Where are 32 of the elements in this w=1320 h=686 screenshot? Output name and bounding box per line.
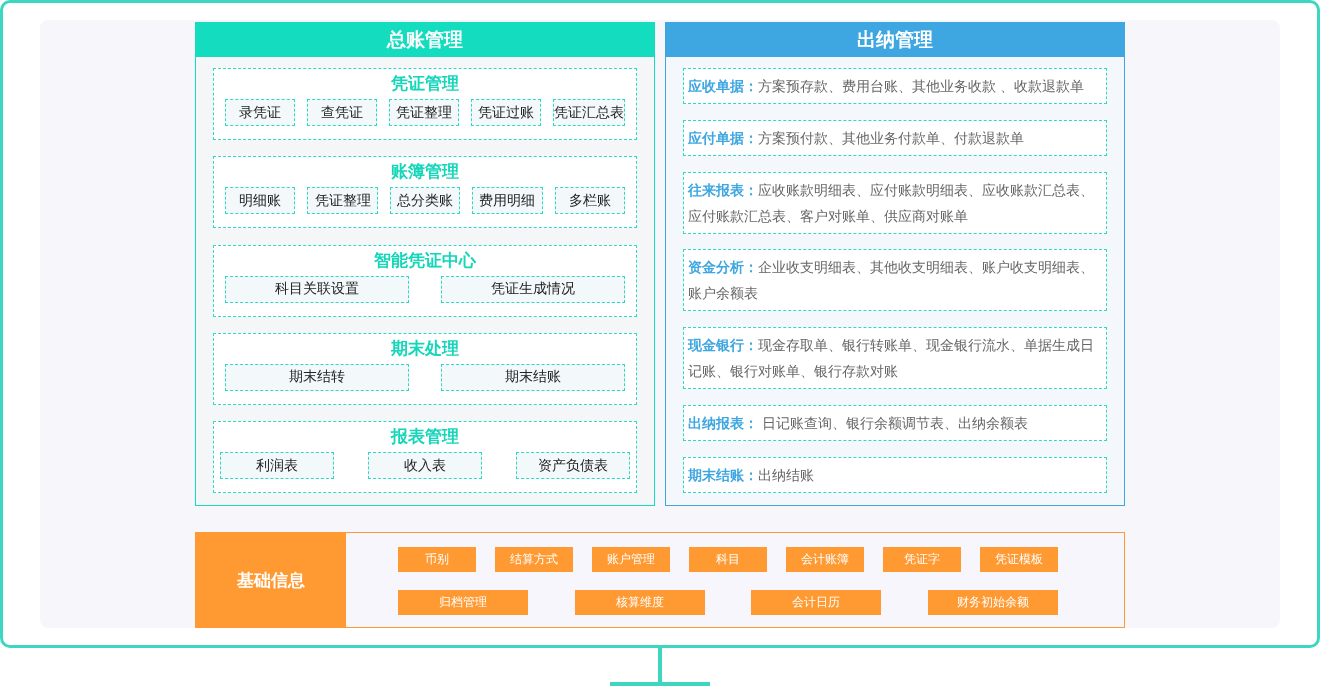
module-item[interactable]: 明细账	[225, 187, 296, 215]
module-item[interactable]: 资产负债表	[516, 452, 630, 479]
group-title: 期末处理	[391, 336, 459, 360]
group-title: 账簿管理	[391, 160, 459, 184]
module-item[interactable]: 凭证整理	[307, 187, 378, 215]
entry-text: 资金分析：企业收支明细表、其他收支明细表、账户收支明细表、账户余额表	[688, 258, 1095, 304]
entry-text: 应付单据：方案预付款、其他业务付款单、付款退款单	[688, 128, 1025, 148]
module-item[interactable]: 凭证生成情况	[441, 275, 625, 303]
panel-header: 出纳管理	[665, 22, 1125, 57]
module-item[interactable]: 凭证汇总表	[553, 99, 625, 126]
group-title: 报表管理	[391, 425, 459, 448]
basic-info-title: 基础信息	[196, 533, 346, 627]
module-item[interactable]: 查凭证	[307, 99, 377, 126]
module-item[interactable]: 科目关联设置	[225, 275, 409, 303]
group-title: 凭证管理	[391, 72, 459, 95]
entry-text: 期末结账：出纳结账	[688, 465, 815, 485]
module-item[interactable]: 总分类账	[389, 187, 461, 215]
module-item[interactable]: 费用明细	[472, 187, 543, 215]
module-item[interactable]: 多栏账	[554, 187, 625, 215]
entry-text: 往来报表：应收账款明细表、应付账款明细表、应收账款汇总表、应付账款汇总表、客户对账单、供应商对账单	[688, 180, 1095, 226]
panel-header: 总账管理	[195, 22, 655, 57]
module-item[interactable]: 录凭证	[225, 99, 295, 126]
module-item[interactable]: 凭证过账	[471, 99, 541, 126]
entry-text: 现金银行：现金存取单、银行转账单、现金银行流水、单据生成日记账、银行对账单、银行存款对账	[688, 336, 1095, 382]
module-item[interactable]: 期末结账	[441, 363, 625, 391]
group-title: 智能凭证中心	[374, 248, 476, 272]
module-item[interactable]: 凭证整理	[389, 99, 459, 126]
module-item[interactable]: 利润表	[220, 452, 334, 479]
module-item[interactable]: 期末结转	[225, 363, 409, 391]
module-item[interactable]: 收入表	[368, 452, 482, 479]
entry-text: 应收单据：方案预存款、费用台账、其他业务收款 、收款退款单	[688, 77, 1086, 96]
entry-text: 出纳报表： 日记账查询、银行余额调节表、出纳余额表	[688, 414, 1030, 434]
